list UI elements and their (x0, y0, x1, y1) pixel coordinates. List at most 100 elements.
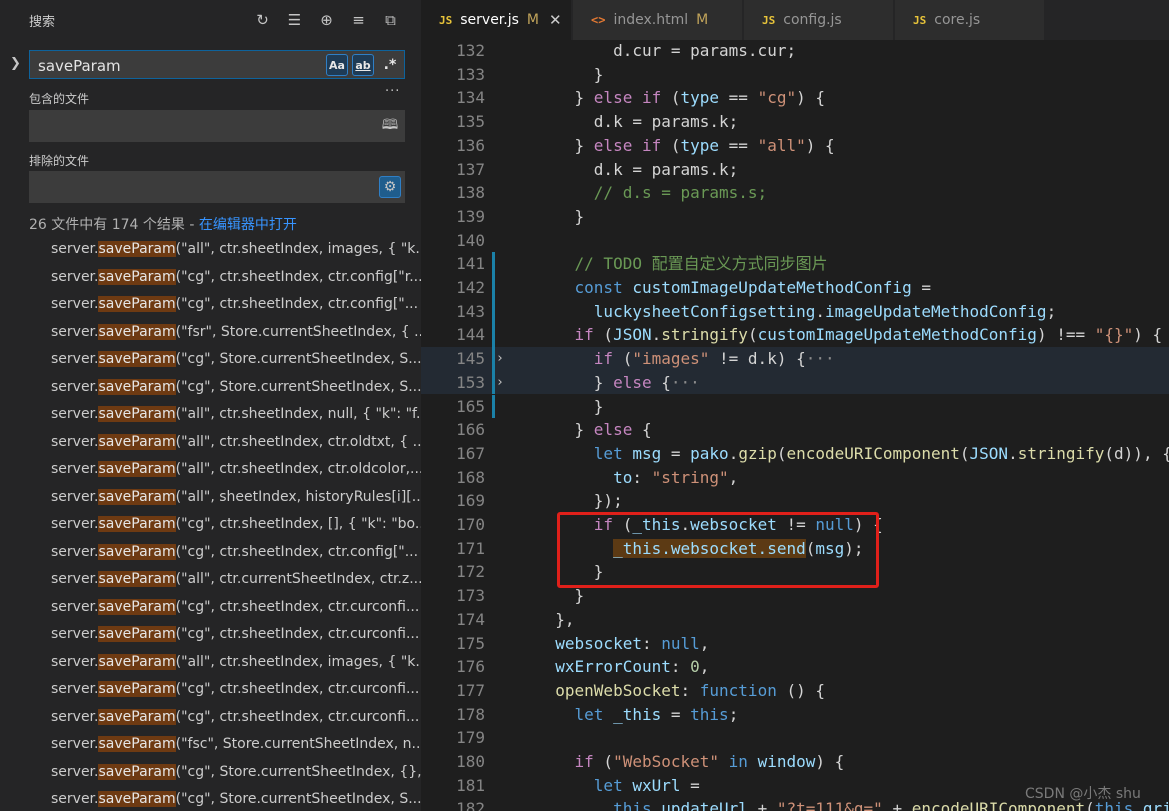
code-line[interactable]: 144 if (JSON.stringify(customImageUpdate… (421, 323, 1169, 348)
search-input-value[interactable]: saveParam (38, 57, 121, 75)
collapse-all-icon[interactable]: ≡ (348, 9, 369, 30)
code-line[interactable]: 169 }); (421, 489, 1169, 513)
code-text: let msg = pako.gzip(encodeURIComponent(J… (536, 442, 1169, 466)
code-line[interactable]: 180 if ("WebSocket" in window) { (421, 750, 1169, 774)
search-result-item[interactable]: server.saveParam("cg", Store.currentShee… (0, 346, 421, 374)
code-line[interactable]: 168 to: "string", (421, 466, 1169, 490)
tab-config-js[interactable]: JS config.js (744, 0, 894, 40)
code-line[interactable]: 140 (421, 229, 1169, 253)
code-token: "{}" (1094, 325, 1134, 345)
include-files-input[interactable]: 🕮 (29, 110, 405, 142)
search-result-item[interactable]: server.saveParam("cg", ctr.sheetIndex, c… (0, 621, 421, 649)
line-number: 181 (456, 775, 485, 795)
line-number: 174 (456, 609, 485, 629)
code-token: _this (613, 704, 662, 724)
code-token: else (593, 420, 633, 440)
new-search-editor-icon[interactable]: ⊕ (316, 9, 337, 30)
search-result-item[interactable]: server.saveParam("cg", ctr.sheetIndex, c… (0, 676, 421, 704)
search-result-item[interactable]: server.saveParam("cg", Store.currentShee… (0, 786, 421, 811)
regex-button[interactable]: .* (379, 54, 401, 76)
search-result-item[interactable]: server.saveParam("fsc", Store.currentShe… (0, 731, 421, 759)
result-suffix: ("all", ctr.sheetIndex, images, { "k... (175, 241, 421, 257)
code-line[interactable]: 132 d.cur = params.cur; (421, 40, 1169, 63)
line-number: 142 (456, 278, 485, 297)
search-result-item[interactable]: server.saveParam("all", ctr.sheetIndex, … (0, 401, 421, 429)
js-file-icon: JS (913, 13, 927, 27)
search-result-item[interactable]: server.saveParam("cg", Store.currentShee… (0, 374, 421, 402)
code-line[interactable]: 165 } (421, 394, 1169, 419)
code-line[interactable]: 175 websocket: null, (421, 632, 1169, 656)
code-line[interactable]: 178 let _this = this; (421, 703, 1169, 727)
tab-index-html[interactable]: <> index.html M (573, 0, 743, 40)
gear-icon[interactable]: ⚙ (379, 176, 401, 198)
code-line[interactable]: 143 luckysheetConfigsetting.imageUpdateM… (421, 299, 1169, 324)
search-panel: 搜索 ↻ ☰ ⊕ ≡ ⧉ ❯ saveParam Aa ab .* ··· 包含… (0, 0, 421, 811)
line-number: 141 (456, 254, 485, 274)
code-line[interactable]: 142 const customImageUpdateMethodConfig … (421, 276, 1169, 300)
code-line[interactable]: 179 (421, 726, 1169, 750)
search-result-item[interactable]: server.saveParam("cg", ctr.sheetIndex, c… (0, 539, 421, 567)
code-token: : (641, 633, 662, 653)
code-line[interactable]: 137 d.k = params.k; (421, 158, 1169, 182)
search-input[interactable]: saveParam Aa ab .* (29, 50, 405, 79)
search-result-item[interactable]: server.saveParam("all", sheetIndex, hist… (0, 484, 421, 512)
code-line[interactable]: 153 › } else {··· (421, 370, 1169, 395)
toggle-replace-chevron-icon[interactable]: ❯ (10, 56, 21, 71)
search-result-item[interactable]: server.saveParam("all", ctr.sheetIndex, … (0, 236, 421, 264)
code-line[interactable]: 133 } (421, 63, 1169, 87)
modified-gutter-marker (492, 370, 495, 395)
code-line[interactable]: 135 d.k = params.k; (421, 110, 1169, 134)
search-result-item[interactable]: server.saveParam("all", ctr.currentSheet… (0, 566, 421, 594)
exclude-files-input[interactable]: ⚙ (29, 171, 405, 203)
code-line[interactable]: 166 } else { (421, 418, 1169, 442)
whole-word-button[interactable]: ab (352, 54, 374, 76)
fold-chevron-icon[interactable]: › (496, 371, 504, 395)
code-token: let (574, 704, 604, 724)
refresh-icon[interactable]: ↻ (252, 9, 273, 30)
tab-core-js[interactable]: JS core.js (895, 0, 1045, 40)
modified-gutter-marker (492, 347, 495, 371)
result-prefix: server. (51, 323, 99, 340)
code-token: ( (959, 443, 970, 463)
html-file-icon: <> (591, 13, 606, 27)
open-in-editor-link[interactable]: 在编辑器中打开 (199, 217, 297, 233)
search-result-item[interactable]: server.saveParam("cg", ctr.sheetIndex, [… (0, 511, 421, 539)
code-line[interactable]: 174 }, (421, 608, 1169, 632)
code-token: ) { (1133, 325, 1163, 345)
code-line[interactable]: 136 } else if (type == "all") { (421, 134, 1169, 158)
result-match-highlight: saveParam (98, 461, 176, 477)
code-token: "?t=111&g=" (776, 799, 883, 811)
code-line[interactable]: 177 openWebSocket: function () { (421, 679, 1169, 703)
search-result-item[interactable]: server.saveParam("cg", Store.currentShee… (0, 759, 421, 787)
code-line[interactable]: 167 let msg = pako.gzip(encodeURICompone… (421, 442, 1169, 466)
search-result-item[interactable]: server.saveParam("all", ctr.sheetIndex, … (0, 429, 421, 457)
search-result-item[interactable]: server.saveParam("cg", ctr.sheetIndex, c… (0, 704, 421, 732)
clear-results-icon[interactable]: ☰ (284, 9, 305, 30)
code-editor[interactable]: 132 d.cur = params.cur; 133 } 134 } else i… (421, 40, 1169, 811)
search-result-item[interactable]: server.saveParam("cg", ctr.sheetIndex, c… (0, 594, 421, 622)
code-line[interactable]: 145 › if ("images" != d.k) {··· (421, 347, 1169, 371)
book-icon[interactable]: 🕮 (379, 115, 401, 137)
match-case-button[interactable]: Aa (326, 54, 348, 76)
view-as-tree-icon[interactable]: ⧉ (380, 9, 401, 30)
code-line[interactable]: 138 // d.s = params.s; (421, 181, 1169, 205)
search-result-item[interactable]: server.saveParam("cg", ctr.sheetIndex, c… (0, 264, 421, 292)
code-line[interactable]: 176 wxErrorCount: 0, (421, 655, 1169, 679)
code-line[interactable]: 139 } (421, 205, 1169, 229)
code-token: this (613, 799, 652, 811)
fold-chevron-icon[interactable]: › (496, 347, 504, 371)
line-number: 177 (456, 680, 485, 700)
search-result-item[interactable]: server.saveParam("all", ctr.sheetIndex, … (0, 649, 421, 677)
search-result-item[interactable]: server.saveParam("cg", ctr.sheetIndex, c… (0, 291, 421, 319)
code-line[interactable]: 141 // TODO 配置自定义方式同步图片 (421, 252, 1169, 276)
code-line[interactable]: 134 } else if (type == "cg") { (421, 86, 1169, 110)
search-result-item[interactable]: server.saveParam("fsr", Store.currentShe… (0, 319, 421, 347)
more-options-icon[interactable]: ··· (385, 84, 400, 99)
tab-server-js[interactable]: JS server.js M ✕ (421, 0, 572, 40)
close-icon[interactable]: ✕ (549, 11, 562, 29)
search-result-item[interactable]: server.saveParam("all", ctr.sheetIndex, … (0, 456, 421, 484)
code-text: let _this = this; (536, 703, 739, 727)
